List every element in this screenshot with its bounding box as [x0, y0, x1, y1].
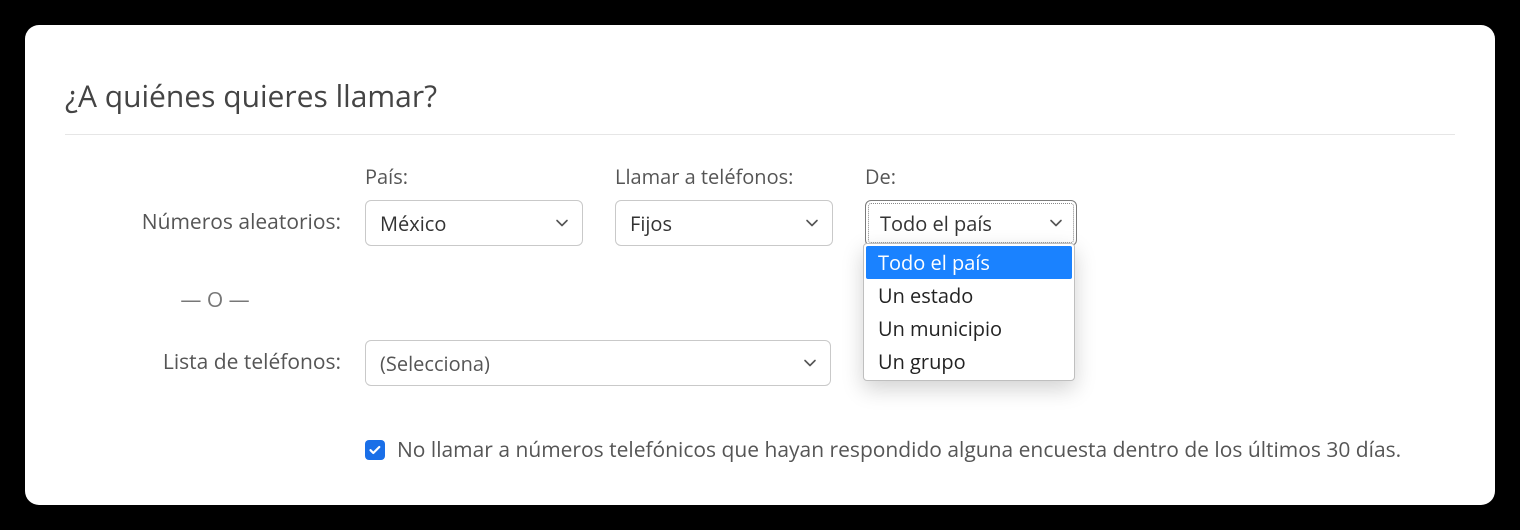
- country-select-value: México: [380, 210, 446, 237]
- or-row: — O —: [65, 268, 1455, 340]
- phones-select-value: Fijos: [630, 210, 672, 237]
- country-field-group: País: México: [365, 163, 583, 246]
- fields-col: (Selecciona): [365, 340, 831, 386]
- phone-list-select[interactable]: (Selecciona): [365, 340, 831, 386]
- chevron-down-icon: [1048, 215, 1064, 231]
- region-option-un-municipio[interactable]: Un municipio: [866, 312, 1072, 345]
- chevron-down-icon: [804, 215, 820, 231]
- list-field-group: (Selecciona): [365, 340, 831, 386]
- region-field-group: De: Todo el país: [865, 163, 1077, 246]
- no-call-checkbox-label: No llamar a números telefónicos que haya…: [397, 436, 1401, 464]
- phone-list-select-value: (Selecciona): [380, 350, 490, 377]
- region-select-value: Todo el país: [880, 210, 992, 237]
- region-dropdown[interactable]: Todo el país Un estado Un municipio Un g…: [863, 243, 1075, 381]
- random-numbers-row: Números aleatorios: País: México Llamar …: [65, 163, 1455, 246]
- fields-col: País: México Llamar a teléfonos: Fijos: [365, 163, 1077, 246]
- region-option-todo-el-pais[interactable]: Todo el país: [866, 246, 1072, 279]
- phone-list-row: Lista de teléfonos: (Selecciona): [65, 340, 1455, 386]
- phone-list-label: Lista de teléfonos:: [65, 348, 365, 386]
- no-call-checkbox-row: No llamar a números telefónicos que haya…: [365, 436, 1455, 464]
- country-label: País:: [365, 163, 583, 190]
- region-option-un-grupo[interactable]: Un grupo: [866, 345, 1072, 378]
- page-title: ¿A quiénes quieres llamar?: [65, 75, 1455, 135]
- region-label: De:: [865, 163, 1077, 190]
- chevron-down-icon: [802, 355, 818, 371]
- country-select[interactable]: México: [365, 200, 583, 246]
- phones-label: Llamar a teléfonos:: [615, 163, 833, 190]
- chevron-down-icon: [554, 215, 570, 231]
- random-numbers-label: Números aleatorios:: [65, 208, 365, 246]
- or-separator: — O —: [65, 268, 365, 340]
- region-select[interactable]: Todo el país: [865, 200, 1077, 246]
- check-icon: [368, 443, 382, 457]
- phones-select[interactable]: Fijos: [615, 200, 833, 246]
- no-call-checkbox[interactable]: [365, 440, 385, 460]
- form-card: ¿A quiénes quieres llamar? Números aleat…: [25, 25, 1495, 505]
- phones-field-group: Llamar a teléfonos: Fijos: [615, 163, 833, 246]
- region-option-un-estado[interactable]: Un estado: [866, 279, 1072, 312]
